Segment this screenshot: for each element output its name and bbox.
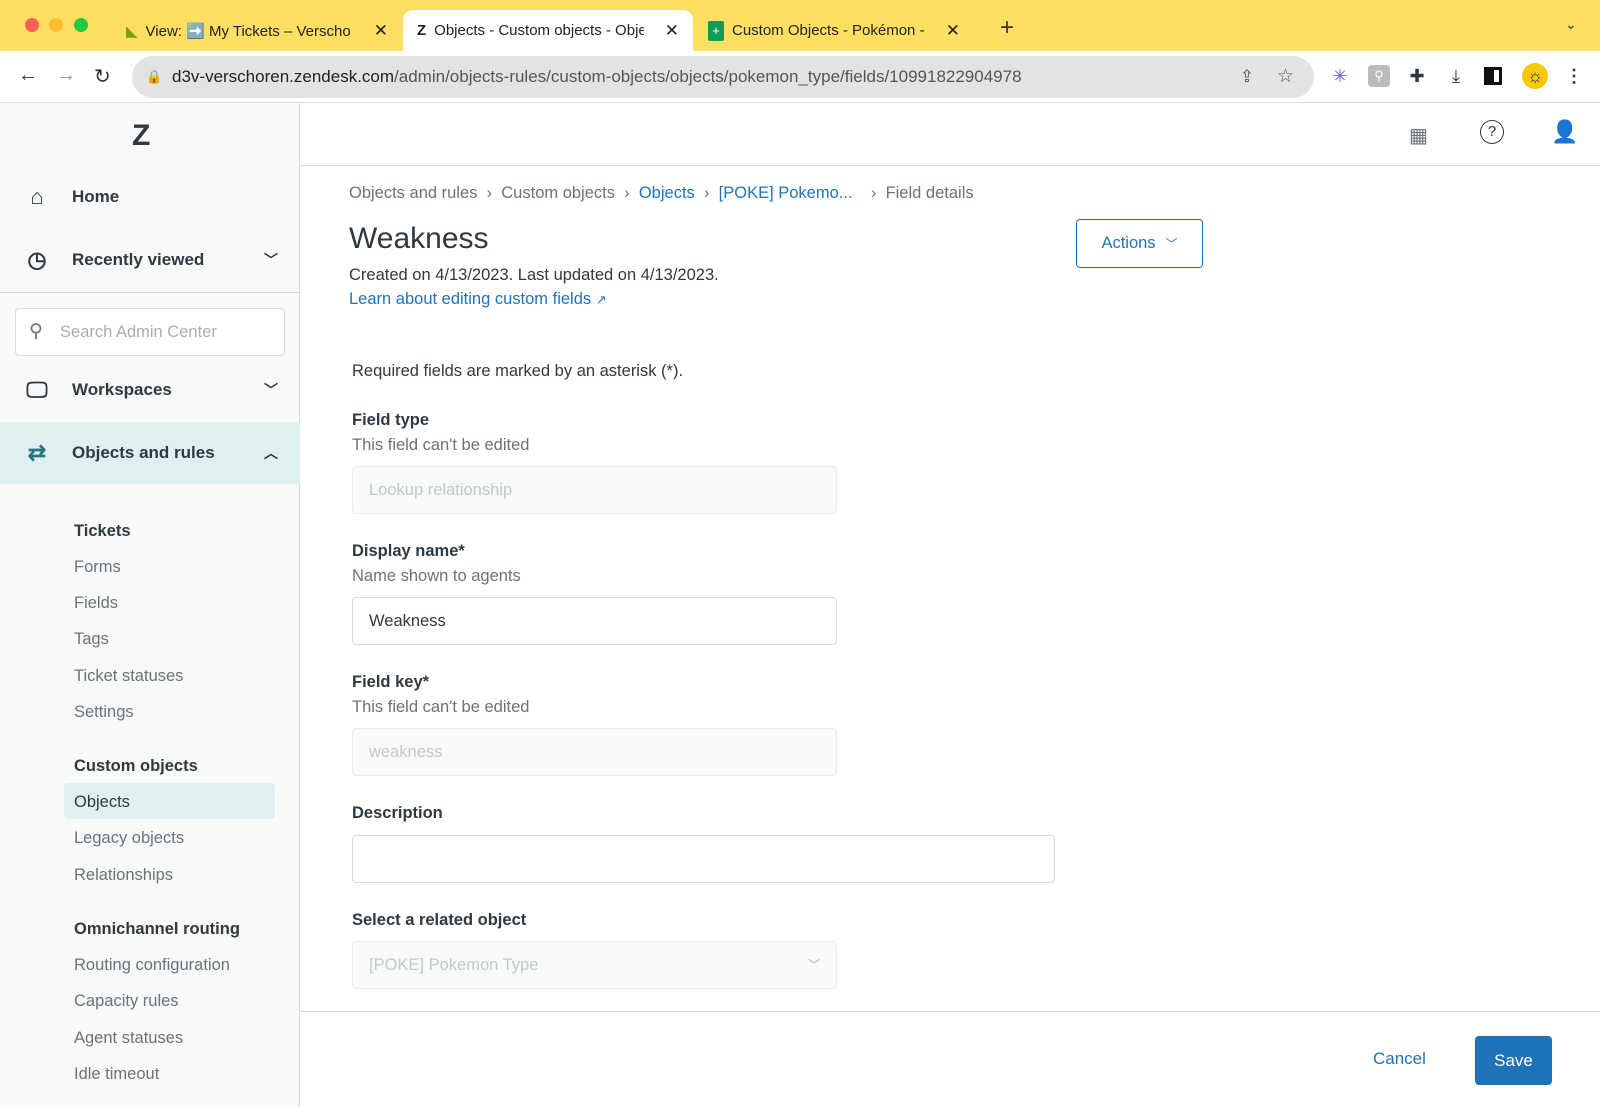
extension-asterisk-icon[interactable]: ✳: [1329, 65, 1351, 87]
extensions-puzzle-icon[interactable]: ✚: [1406, 65, 1428, 87]
breadcrumb-objects[interactable]: Objects: [639, 184, 695, 202]
page-meta: Created on 4/13/2023. Last updated on 4/…: [349, 266, 719, 284]
chevron-right-icon: ›: [857, 184, 881, 202]
description-label: Description: [352, 804, 443, 822]
breadcrumb-pokemon-type[interactable]: [POKE] Pokemo...: [719, 184, 853, 202]
close-window-button[interactable]: [25, 18, 39, 32]
breadcrumb: Objects and rules › Custom objects › Obj…: [349, 184, 974, 203]
close-tab-icon[interactable]: ✕: [374, 21, 388, 41]
home-icon: ⌂: [30, 184, 44, 209]
back-icon[interactable]: ←: [18, 64, 38, 87]
zendesk-icon: Z: [417, 22, 427, 39]
sidebar-link-legacy-objects[interactable]: Legacy objects: [74, 829, 184, 848]
breadcrumb-objects-and-rules[interactable]: Objects and rules: [349, 184, 477, 202]
display-name-label: Display name*: [352, 542, 465, 560]
display-name-input[interactable]: [352, 597, 837, 645]
clock-icon: ◷: [27, 247, 47, 272]
footer-bar: Cancel Save: [301, 1011, 1600, 1107]
field-type-label: Field type: [352, 411, 430, 429]
page-title: Weakness: [349, 222, 489, 255]
learn-link[interactable]: Learn about editing custom fields ↗: [349, 290, 607, 309]
description-input[interactable]: [352, 835, 1055, 883]
sidebar-link-objects[interactable]: Objects: [74, 793, 130, 812]
sidebar-link-relationships[interactable]: Relationships: [74, 866, 173, 885]
address-bar-row: ← → ↻ 🔒 d3v-verschoren.zendesk.com/admin…: [0, 51, 1600, 103]
user-avatar-icon[interactable]: 👤: [1551, 119, 1578, 145]
url-input[interactable]: 🔒 d3v-verschoren.zendesk.com/admin/objec…: [132, 56, 1314, 98]
breadcrumb-field-details: Field details: [885, 184, 974, 202]
sidebar-group-custom-objects: Custom objects: [74, 757, 198, 775]
related-object-select: [POKE] Pokemon Type ﹀: [352, 941, 837, 989]
breadcrumb-custom-objects[interactable]: Custom objects: [501, 184, 615, 202]
required-note: Required fields are marked by an asteris…: [352, 362, 684, 380]
sidebar-item-objects-and-rules[interactable]: ⇄ Objects and rules ︿: [0, 422, 300, 484]
actions-button[interactable]: Actions ﹀: [1076, 219, 1203, 268]
sidebar-link-tags[interactable]: Tags: [74, 630, 109, 649]
objects-rules-icon: ⇄: [27, 440, 47, 465]
field-type-hint: This field can't be edited: [352, 436, 530, 454]
help-icon[interactable]: ?: [1480, 120, 1504, 144]
bookmark-star-icon[interactable]: ☆: [1277, 56, 1294, 98]
minimize-window-button[interactable]: [49, 18, 63, 32]
chevron-down-icon: ﹀: [264, 252, 278, 268]
sidebar-link-agent-statuses[interactable]: Agent statuses: [74, 1029, 183, 1048]
maximize-window-button[interactable]: [74, 18, 88, 32]
close-tab-icon[interactable]: ✕: [946, 21, 960, 41]
new-tab-button[interactable]: +: [1000, 14, 1014, 42]
side-panel-icon[interactable]: [1484, 67, 1502, 85]
chevron-right-icon: ›: [619, 184, 635, 202]
divider: [0, 292, 299, 293]
sidebar-item-workspaces[interactable]: 🖵 Workspaces ﹀: [0, 359, 300, 421]
search-icon: ⚲: [29, 321, 43, 342]
external-link-icon: ↗: [595, 292, 607, 307]
chevron-right-icon: ›: [699, 184, 715, 202]
sidebar-link-forms[interactable]: Forms: [74, 558, 121, 577]
sidebar-link-routing-configuration[interactable]: Routing configuration: [74, 956, 230, 975]
tab-search-chevron-icon[interactable]: ⌄: [1565, 16, 1577, 33]
chevron-down-icon: ﹀: [807, 958, 820, 972]
products-grid-icon[interactable]: ▦: [1409, 123, 1428, 148]
close-tab-icon[interactable]: ✕: [665, 21, 679, 41]
sidebar-item-recently-viewed[interactable]: ◷ Recently viewed ﹀: [0, 229, 300, 291]
chevron-down-icon: ﹀: [1165, 237, 1178, 251]
sidebar-link-idle-timeout[interactable]: Idle timeout: [74, 1065, 159, 1084]
cancel-button[interactable]: Cancel: [1373, 1049, 1426, 1069]
zendesk-logo: Z: [132, 119, 151, 152]
browser-menu-icon[interactable]: ⋮: [1563, 65, 1585, 87]
sidebar-item-home[interactable]: ⌂ Home: [0, 166, 300, 228]
monitor-icon: 🖵: [26, 377, 48, 402]
sidebar-link-fields[interactable]: Fields: [74, 594, 118, 613]
display-name-hint: Name shown to agents: [352, 567, 521, 585]
top-header: ▦ ? 👤: [301, 103, 1600, 166]
sidebar-link-settings[interactable]: Settings: [74, 703, 134, 722]
field-type-input: Lookup relationship: [352, 466, 837, 514]
chevron-right-icon: ›: [482, 184, 497, 202]
field-key-label: Field key*: [352, 673, 430, 691]
sidebar-link-capacity-rules[interactable]: Capacity rules: [74, 992, 179, 1011]
sidebar-group-omnichannel-routing: Omnichannel routing: [74, 920, 240, 938]
related-object-label: Select a related object: [352, 911, 527, 929]
browser-tab[interactable]: + Custom Objects - Pokémon - Google Shee…: [694, 10, 974, 51]
zendesk-support-icon: ◣: [126, 22, 138, 40]
forward-icon[interactable]: →: [56, 64, 76, 87]
reload-icon[interactable]: ↻: [94, 64, 111, 89]
save-button[interactable]: Save: [1475, 1036, 1552, 1085]
lock-icon: 🔒: [146, 69, 163, 84]
chevron-up-icon: ︿: [264, 445, 278, 461]
browser-tab[interactable]: ◣ View: ➡️ My Tickets – Verschoren ✕: [112, 10, 402, 51]
field-key-input: weakness: [352, 728, 837, 776]
extension-icon[interactable]: ⚲: [1368, 65, 1390, 87]
field-key-hint: This field can't be edited: [352, 698, 530, 716]
sidebar-link-ticket-statuses[interactable]: Ticket statuses: [74, 667, 183, 686]
sidebar: Z ⌂ Home ◷ Recently viewed ﹀ ⚲ Search Admin…: [0, 103, 300, 1107]
google-sheets-icon: +: [708, 20, 724, 41]
sidebar-group-tickets: Tickets: [74, 522, 131, 540]
profile-sun-icon[interactable]: ☼: [1522, 63, 1548, 89]
search-admin-input[interactable]: ⚲ Search Admin Center: [15, 308, 285, 356]
chevron-down-icon: ﹀: [264, 382, 278, 398]
browser-tab-active[interactable]: Z Objects - Custom objects - Objects ✕: [403, 10, 693, 51]
share-icon[interactable]: ⇪: [1240, 56, 1254, 98]
download-icon[interactable]: ⤓: [1445, 65, 1467, 87]
browser-tab-bar: ◣ View: ➡️ My Tickets – Verschoren ✕ Z O…: [0, 0, 1600, 51]
